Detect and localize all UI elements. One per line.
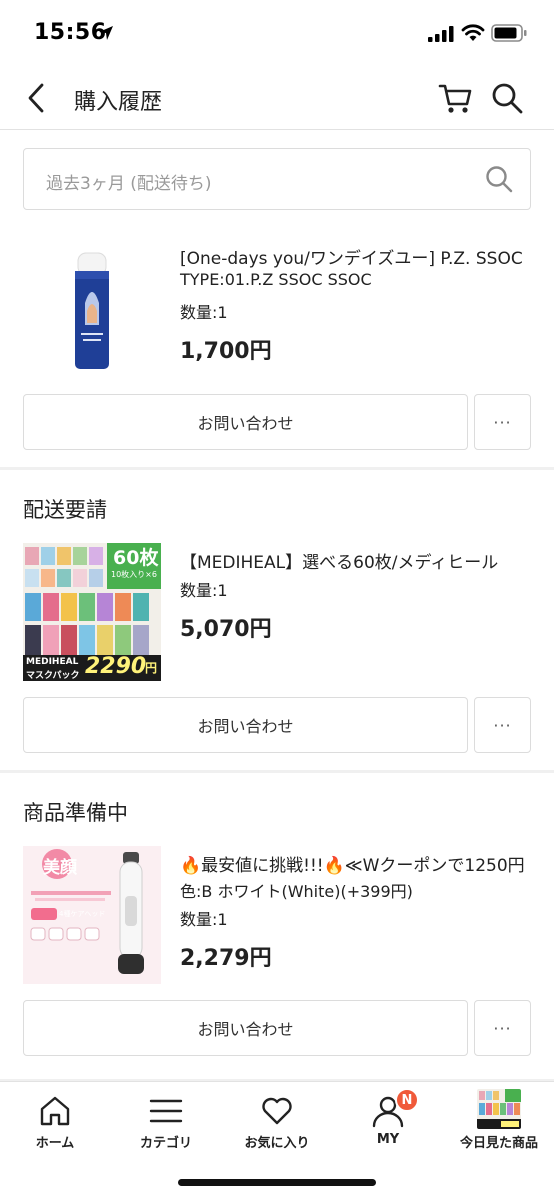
cellular-signal-icon bbox=[428, 26, 454, 42]
product-thumbnail[interactable]: 60枚 10枚入り×6 MEDIHEAL マスクパック 2290 円 bbox=[23, 543, 161, 681]
back-chevron-icon[interactable] bbox=[24, 82, 50, 114]
nav-my-label: MY bbox=[376, 1132, 400, 1147]
order-status-title: 商品準備中 bbox=[23, 801, 128, 825]
product-option: 色:B ホワイト(White)(+399円) bbox=[180, 882, 413, 901]
product-name[interactable]: 【MEDIHEAL】選べる60枚/メディヒール bbox=[180, 548, 532, 573]
home-indicator bbox=[178, 1179, 376, 1186]
more-options-button[interactable]: ··· bbox=[474, 697, 531, 753]
product-quantity: 数量:1 bbox=[180, 910, 228, 929]
home-icon bbox=[40, 1096, 70, 1126]
inquiry-button[interactable]: お問い合わせ bbox=[23, 1000, 468, 1056]
thumb-brand: MEDIHEAL bbox=[26, 657, 79, 667]
thumb-count-sub: 10枚入り×6 bbox=[111, 570, 157, 579]
status-time: 15:56 bbox=[34, 20, 107, 45]
thumb-count-badge: 60枚 bbox=[113, 547, 159, 569]
nav-my[interactable]: N MY bbox=[333, 1082, 443, 1162]
order-status-title: 配送要請 bbox=[23, 498, 107, 522]
inquiry-button[interactable]: お問い合わせ bbox=[23, 697, 468, 753]
product-name[interactable]: [One-days you/ワンデイズユー] P.Z. SSOC bbox=[180, 244, 532, 269]
filter-area: 過去3ヶ月 (配送待ち) bbox=[0, 131, 554, 229]
period-filter-label: 過去3ヶ月 (配送待ち) bbox=[46, 174, 212, 194]
wifi-icon bbox=[461, 24, 485, 41]
nav-category-label: カテゴリ bbox=[139, 1136, 192, 1151]
more-options-button[interactable]: ··· bbox=[474, 1000, 531, 1056]
product-quantity: 数量:1 bbox=[180, 581, 228, 600]
nav-recent-products[interactable]: 今日見た商品 bbox=[444, 1082, 554, 1162]
order-card: 商品準備中 美顔 4種ケアヘッド 🔥最安値に挑戦!!!🔥≪Wクーポンで1250円 bbox=[0, 773, 554, 1079]
order-card: [One-days you/ワンデイズユー] P.Z. SSOC TYPE:01… bbox=[0, 229, 554, 467]
product-price: 2,279円 bbox=[180, 946, 272, 971]
serum-bottle-image bbox=[23, 241, 161, 379]
nav-recent-label: 今日見た商品 bbox=[459, 1136, 538, 1151]
thumb-brand-sub: マスクパック bbox=[26, 671, 80, 681]
status-bar: 15:56 bbox=[0, 0, 554, 66]
product-option: TYPE:01.P.Z SSOC SSOC bbox=[180, 270, 372, 289]
nav-home-label: ホーム bbox=[35, 1136, 75, 1151]
thumb-tag: 4種ケアヘッド bbox=[59, 910, 106, 918]
product-price: 1,700円 bbox=[180, 339, 272, 364]
thumb-price: 2290 bbox=[85, 654, 147, 679]
product-quantity: 数量:1 bbox=[180, 303, 228, 322]
inquiry-button[interactable]: お問い合わせ bbox=[23, 394, 468, 450]
recent-product-thumbnail bbox=[477, 1089, 521, 1129]
order-card: 配送要請 60枚 10枚入り×6 MEDIHEAL マスクパック 2290 円 … bbox=[0, 470, 554, 770]
search-icon[interactable] bbox=[484, 164, 514, 194]
nav-category[interactable]: カテゴリ bbox=[111, 1082, 221, 1162]
battery-icon bbox=[491, 24, 527, 42]
product-thumbnail[interactable]: 美顔 4種ケアヘッド bbox=[23, 846, 161, 984]
app-header: 購入履歴 bbox=[0, 66, 554, 130]
page-title: 購入履歴 bbox=[74, 90, 163, 115]
period-filter-box[interactable]: 過去3ヶ月 (配送待ち) bbox=[23, 148, 531, 210]
thumb-price-unit: 円 bbox=[145, 661, 158, 675]
product-name[interactable]: 🔥最安値に挑戦!!!🔥≪Wクーポンで1250円 bbox=[180, 851, 532, 876]
nav-favorites[interactable]: お気に入り bbox=[222, 1082, 332, 1162]
menu-icon bbox=[149, 1099, 183, 1123]
heart-icon bbox=[262, 1097, 292, 1125]
order-list[interactable]: [One-days you/ワンデイズユー] P.Z. SSOC TYPE:01… bbox=[0, 229, 554, 1081]
nav-favorites-label: お気に入り bbox=[244, 1136, 310, 1151]
new-badge: N bbox=[395, 1088, 419, 1112]
product-thumbnail[interactable] bbox=[23, 241, 161, 379]
thumb-title: 美顔 bbox=[43, 858, 77, 878]
search-icon[interactable] bbox=[490, 81, 524, 115]
cart-icon[interactable] bbox=[438, 80, 474, 116]
nav-home[interactable]: ホーム bbox=[0, 1082, 110, 1162]
product-price: 5,070円 bbox=[180, 617, 272, 642]
more-options-button[interactable]: ··· bbox=[474, 394, 531, 450]
location-arrow-icon bbox=[99, 26, 113, 40]
recent-product-image bbox=[477, 1089, 521, 1129]
